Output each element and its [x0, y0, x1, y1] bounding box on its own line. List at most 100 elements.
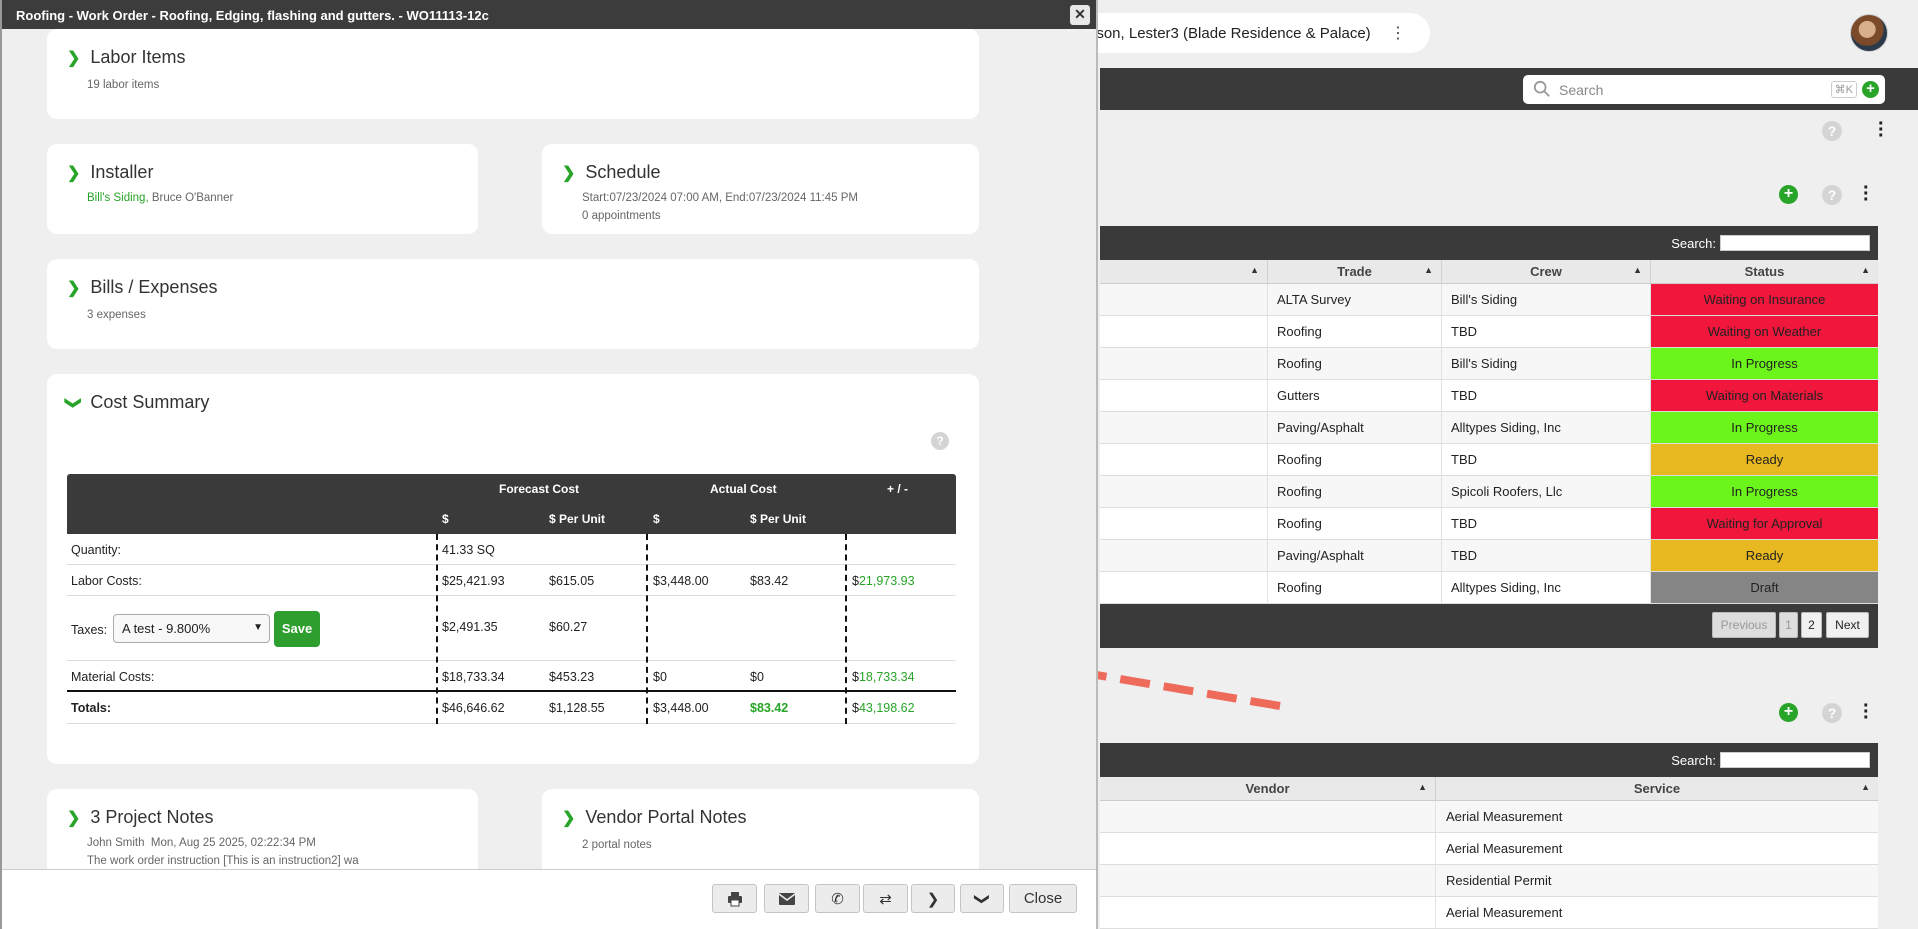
chevron-right-icon[interactable]: ❯ — [67, 808, 80, 828]
chevron-right-icon[interactable]: ❯ — [562, 163, 575, 183]
quantity-row: Quantity: 41.33 SQ — [67, 534, 956, 565]
table-row[interactable]: Aerial Measurement — [1100, 897, 1878, 929]
transfer-button[interactable]: ⇄ — [863, 884, 908, 913]
table-row[interactable]: Roofing TBD Waiting for Approval — [1100, 508, 1878, 540]
more-vertical-icon[interactable]: · · · — [1878, 114, 1885, 146]
more-icon[interactable]: ⋮ — [1390, 23, 1406, 43]
service-cell: Residential Permit — [1446, 873, 1552, 888]
add-icon[interactable]: + — [1779, 185, 1798, 204]
trade-cell: Gutters — [1268, 380, 1442, 411]
vendor-notes-card[interactable]: ❯ Vendor Portal Notes 2 portal notes — [542, 789, 979, 869]
chevron-right-icon: ❯ — [926, 890, 940, 908]
next-record-button[interactable]: ❯ — [911, 884, 955, 913]
labor-costs-row: Labor Costs: $25,421.93 $615.05 $3,448.0… — [67, 565, 956, 596]
table-row[interactable]: Aerial Measurement — [1100, 833, 1878, 865]
more-vertical-icon[interactable]: · · · — [1863, 696, 1870, 728]
trade-cell: Paving/Asphalt — [1268, 412, 1442, 443]
crew-cell: Bill's Siding — [1442, 284, 1651, 315]
col-header-status[interactable]: Status ▲ — [1651, 260, 1878, 283]
table-row[interactable]: Roofing Spicoli Roofers, Llc In Progress — [1100, 476, 1878, 508]
more-vertical-icon[interactable]: · · · — [1863, 178, 1870, 210]
help-icon[interactable]: ? — [931, 432, 949, 450]
trade-cell: Roofing — [1268, 508, 1442, 539]
save-tax-button[interactable]: Save — [274, 611, 320, 647]
chevron-down-icon: ▼ — [253, 622, 263, 633]
table-row[interactable]: Aerial Measurement — [1100, 801, 1878, 833]
breadcrumb[interactable]: eson, Lester3 (Blade Residence & Palace)… — [1060, 13, 1430, 53]
table-row[interactable]: Roofing Alltypes Siding, Inc Draft — [1100, 572, 1878, 604]
page-1-button[interactable]: 1 — [1779, 612, 1798, 638]
schedule-appointments: 0 appointments — [582, 210, 661, 222]
schedule-card[interactable]: ❯ Schedule Start:07/23/2024 07:00 AM, End… — [542, 144, 979, 234]
labor-items-card[interactable]: ❯ Labor Items 19 labor items — [47, 29, 979, 119]
page-2-button[interactable]: 2 — [1801, 612, 1822, 638]
help-icon[interactable]: ? — [1822, 703, 1842, 723]
service-cell: Aerial Measurement — [1446, 905, 1563, 920]
status-badge: Waiting on Insurance — [1651, 284, 1878, 315]
project-notes-card[interactable]: ❯ 3 Project Notes John Smith Mon, Aug 25 … — [47, 789, 478, 869]
card-subtitle: 3 expenses — [87, 309, 146, 321]
previous-button[interactable]: Previous — [1712, 612, 1776, 638]
status-badge: In Progress — [1651, 348, 1878, 379]
col-header[interactable]: ▲ — [1100, 260, 1268, 283]
status-badge: Ready — [1651, 540, 1878, 571]
col-header-vendor[interactable]: Vendor ▲ — [1100, 777, 1436, 800]
add-icon[interactable]: + — [1862, 81, 1879, 98]
cost-table-header: Forecast Cost Actual Cost + / - $ $ Per … — [67, 474, 956, 534]
modal-body: ❯ Labor Items 19 labor items ❯ Installer B… — [2, 29, 1096, 869]
search-placeholder: Search — [1559, 81, 1604, 98]
cost-summary-table: Forecast Cost Actual Cost + / - $ $ Per … — [67, 474, 956, 724]
chevron-right-icon[interactable]: ❯ — [562, 808, 575, 828]
chevron-right-icon[interactable]: ❯ — [67, 278, 80, 298]
note-snippet: The work order instruction [This is an i… — [87, 855, 359, 867]
help-icon[interactable]: ? — [1822, 121, 1842, 141]
installer-vendor-link[interactable]: Bill's Siding, — [87, 192, 149, 204]
col-header-trade[interactable]: Trade ▲ — [1268, 260, 1442, 283]
table-row[interactable]: ALTA Survey Bill's Siding Waiting on Insur… — [1100, 284, 1878, 316]
crew-cell: TBD — [1442, 380, 1651, 411]
installer-person: Bruce O'Banner — [148, 192, 234, 204]
table-row[interactable]: Gutters TBD Waiting on Materials — [1100, 380, 1878, 412]
print-icon — [727, 891, 742, 906]
phone-icon: ✆ — [831, 890, 844, 908]
table-search-input[interactable] — [1720, 235, 1870, 251]
chevron-right-icon[interactable]: ❯ — [67, 48, 80, 68]
close-icon[interactable]: ✕ — [1070, 5, 1090, 25]
email-button[interactable] — [764, 884, 809, 913]
more-options-button[interactable]: ❯ — [960, 884, 1004, 913]
taxes-row: Taxes: A test - 9.800% ▼ Save $2,491.35 $… — [67, 596, 956, 661]
table-row[interactable]: Roofing TBD Waiting on Weather — [1100, 316, 1878, 348]
trade-cell: Paving/Asphalt — [1268, 540, 1442, 571]
vendors-table: Search: Vendor ▲ Service ▲ Aerial Measurem… — [1100, 743, 1878, 929]
table-search-input[interactable] — [1720, 752, 1870, 768]
add-icon[interactable]: + — [1779, 703, 1798, 722]
table-row[interactable]: Roofing TBD Ready — [1100, 444, 1878, 476]
installer-card[interactable]: ❯ Installer Bill's Siding, Bruce O'Banner — [47, 144, 478, 234]
table-row[interactable]: Paving/Asphalt TBD Ready — [1100, 540, 1878, 572]
breadcrumb-text: eson, Lester3 (Blade Residence & Palace) — [1088, 24, 1371, 42]
global-search-input[interactable]: Search ⌘K + — [1523, 75, 1885, 104]
table-row[interactable]: Residential Permit — [1100, 865, 1878, 897]
status-badge: In Progress — [1651, 412, 1878, 443]
call-button[interactable]: ✆ — [815, 884, 860, 913]
avatar[interactable] — [1850, 14, 1888, 52]
material-costs-row: Material Costs: $18,733.34 $453.23 $0 $0… — [67, 661, 956, 692]
service-cell: Aerial Measurement — [1446, 809, 1563, 824]
table-row[interactable]: Roofing Bill's Siding In Progress — [1100, 348, 1878, 380]
card-title: 3 Project Notes — [90, 807, 214, 827]
tax-rate-select[interactable]: A test - 9.800% ▼ — [113, 614, 270, 643]
table-row[interactable]: Paving/Asphalt Alltypes Siding, Inc In Pro… — [1100, 412, 1878, 444]
col-header-service[interactable]: Service ▲ — [1436, 777, 1878, 800]
close-button[interactable]: Close — [1009, 884, 1077, 913]
totals-row: Totals: $46,646.62 $1,128.55 $3,448.00 $… — [67, 692, 956, 724]
col-header-crew[interactable]: Crew ▲ — [1442, 260, 1651, 283]
next-button[interactable]: Next — [1826, 612, 1869, 638]
print-button[interactable] — [712, 884, 757, 913]
chevron-right-icon[interactable]: ❯ — [67, 163, 80, 183]
swap-icon: ⇄ — [879, 890, 892, 908]
shortcut-hint: ⌘K — [1830, 81, 1857, 98]
bills-card[interactable]: ❯ Bills / Expenses 3 expenses — [47, 259, 979, 349]
status-badge: Waiting for Approval — [1651, 508, 1878, 539]
help-icon[interactable]: ? — [1822, 185, 1842, 205]
chevron-down-icon[interactable]: ❯ — [64, 396, 84, 409]
